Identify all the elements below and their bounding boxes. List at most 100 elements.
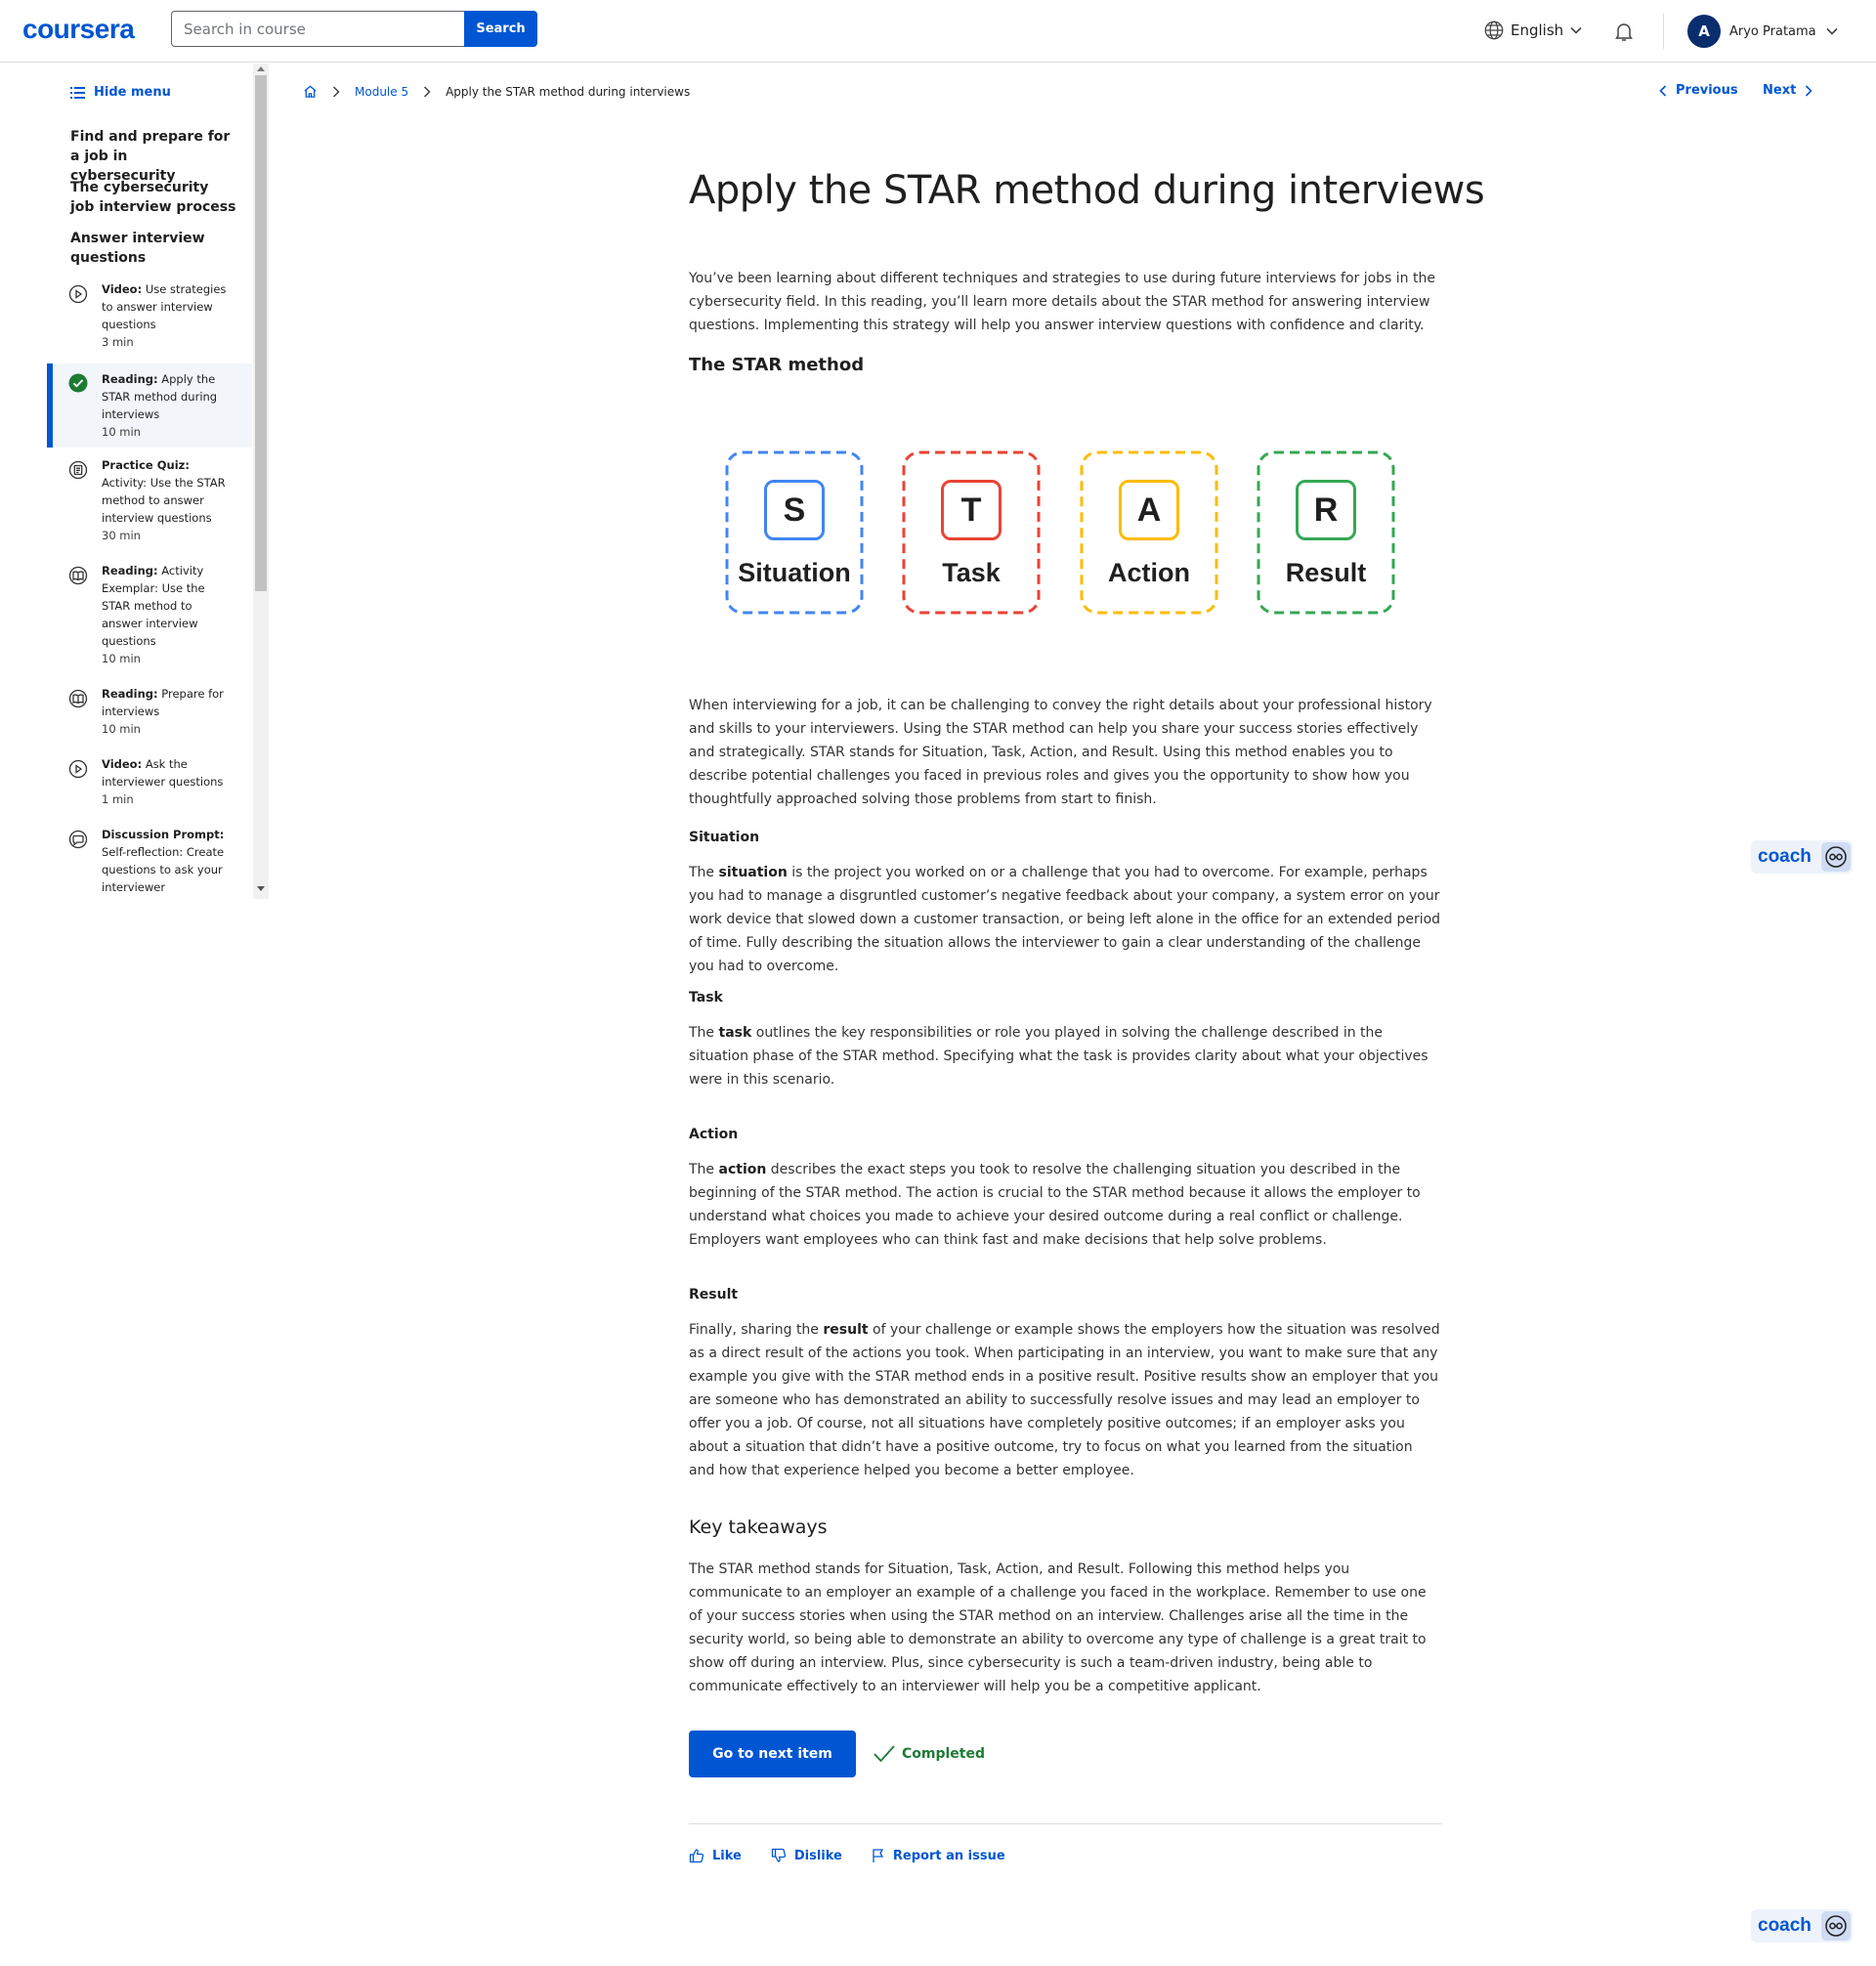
item-duration: 30 min — [102, 529, 141, 542]
like-button[interactable]: Like — [689, 1848, 742, 1863]
avatar: A — [1687, 15, 1721, 48]
sidebar-section-find-job[interactable]: Find and prepare for a job in cybersecur… — [70, 127, 236, 186]
coach-glasses-icon — [1820, 842, 1851, 872]
bell-icon — [1615, 23, 1633, 41]
reading-icon — [68, 566, 88, 585]
item-type: Video: — [102, 757, 143, 771]
checkmark-icon — [874, 1745, 895, 1763]
content-divider — [689, 1823, 1442, 1824]
course-search: Search — [171, 11, 537, 48]
action-paragraph: The action describes the exact steps you… — [689, 1158, 1441, 1252]
sidebar-item-video-ask-interviewer[interactable]: Video: Ask the interviewer questions 1 mi… — [47, 755, 252, 818]
sidebar-item-text: Reading: Activity Exemplar: Use the STAR… — [102, 562, 234, 667]
star-method-heading: The STAR method — [689, 355, 865, 375]
user-menu[interactable]: A Aryo Pratama — [1687, 15, 1839, 48]
scroll-up-arrow-icon[interactable] — [257, 66, 265, 71]
result-paragraph: Finally, sharing the result of your chal… — [689, 1318, 1441, 1482]
chevron-right-icon — [1806, 84, 1812, 97]
sidebar-item-activity-exemplar[interactable]: Reading: Activity Exemplar: Use the STAR… — [47, 562, 252, 679]
star-card-task: T Task — [902, 450, 1041, 615]
sidebar-item-discussion-prompt[interactable]: Discussion Prompt: Self-reflection: Crea… — [47, 826, 252, 899]
item-duration: 10 min — [102, 652, 141, 665]
quiz-icon — [68, 460, 88, 480]
scroll-down-arrow-icon[interactable] — [257, 886, 265, 891]
feedback-actions: Like Dislike Report an issue — [689, 1848, 1005, 1863]
discussion-icon — [68, 830, 88, 849]
item-duration: 10 min — [102, 425, 141, 439]
sidebar-item-practice-quiz[interactable]: Practice Quiz: Activity: Use the STAR me… — [47, 456, 252, 554]
coach-label: coach — [1758, 1915, 1812, 1936]
key-takeaways-heading: Key takeaways — [689, 1517, 828, 1538]
home-icon[interactable] — [303, 84, 318, 99]
action-heading: Action — [689, 1127, 739, 1142]
item-title: Activity: Use the STAR method to answer … — [102, 476, 226, 525]
chevron-right-icon — [332, 85, 340, 98]
bold-term: task — [718, 1025, 752, 1041]
star-letter-s: S — [764, 480, 825, 540]
like-label: Like — [712, 1848, 742, 1863]
bold-term: result — [823, 1322, 869, 1338]
completed-status: Completed — [873, 1744, 985, 1764]
star-card-action: A Action — [1080, 450, 1218, 615]
previous-label: Previous — [1676, 83, 1738, 98]
coach-button[interactable]: coach — [1751, 1909, 1853, 1943]
sidebar-scrollbar-thumb[interactable] — [255, 75, 267, 591]
sidebar-section-answer-questions[interactable]: Answer interview questions — [70, 229, 236, 268]
user-name: Aryo Pratama — [1729, 23, 1816, 39]
hide-menu-button[interactable]: Hide menu — [70, 85, 171, 100]
sidebar-item-text: Reading: Apply the STAR method during in… — [102, 370, 234, 441]
star-word-action: Action — [1108, 558, 1190, 587]
list-icon — [70, 86, 85, 99]
task-heading: Task — [689, 990, 723, 1005]
search-button[interactable]: Search — [464, 11, 537, 47]
search-input[interactable] — [171, 11, 464, 47]
top-header: coursera Search English A Aryo Pratama — [0, 0, 1876, 63]
sidebar-section-interview-process[interactable]: The cybersecurity job interview process — [70, 178, 236, 217]
sidebar-item-video-strategies[interactable]: Video: Use strategies to answer intervie… — [47, 280, 252, 359]
star-letter-r: R — [1296, 480, 1356, 540]
go-to-next-item-button[interactable]: Go to next item — [689, 1731, 856, 1777]
report-issue-button[interactable]: Report an issue — [872, 1848, 1005, 1863]
completed-check-icon — [68, 373, 88, 393]
item-title: Self-reflection: Create questions to ask… — [102, 845, 225, 894]
previous-button[interactable]: Previous — [1658, 83, 1738, 98]
breadcrumb-module-link[interactable]: Module 5 — [355, 85, 408, 99]
dislike-button[interactable]: Dislike — [771, 1848, 842, 1863]
sidebar-item-reading-star[interactable]: Reading: Apply the STAR method during in… — [47, 363, 252, 448]
task-paragraph: The task outlines the key responsibiliti… — [689, 1021, 1441, 1091]
language-label: English — [1511, 21, 1564, 39]
star-word-situation: Situation — [738, 558, 851, 587]
situation-heading: Situation — [689, 830, 760, 845]
bold-term: action — [718, 1162, 767, 1177]
next-button[interactable]: Next — [1763, 83, 1813, 98]
chevron-right-icon — [424, 85, 431, 98]
item-type: Reading: — [102, 564, 158, 577]
language-selector[interactable]: English — [1483, 20, 1583, 41]
chevron-down-icon — [1570, 26, 1582, 34]
coursera-logo[interactable]: coursera — [22, 14, 135, 45]
play-icon — [68, 759, 88, 779]
notifications-button[interactable] — [1612, 20, 1636, 47]
sidebar-item-text: Video: Ask the interviewer questions 1 mi… — [102, 755, 234, 808]
reading-icon — [68, 689, 88, 708]
sidebar-item-text: Practice Quiz: Activity: Use the STAR me… — [102, 456, 234, 544]
item-type: Video: — [102, 282, 143, 296]
sidebar-item-prepare-interviews[interactable]: Reading: Prepare for interviews 10 min — [47, 685, 252, 748]
item-type: Reading: — [102, 687, 158, 701]
text-run: outlines the key responsibilities or rol… — [689, 1025, 1428, 1088]
star-method-diagram: S Situation T Task A Action R Result — [725, 450, 1399, 615]
coach-glasses-icon — [1820, 1911, 1851, 1941]
item-type: Discussion Prompt: — [102, 828, 225, 841]
overview-paragraph: When interviewing for a job, it can be c… — [689, 698, 1432, 807]
chevron-down-icon — [1826, 27, 1838, 35]
course-sidebar: Hide menu Find and prepare for a job in … — [0, 64, 269, 899]
item-duration: 3 min — [102, 335, 134, 349]
text-run: Finally, sharing the — [689, 1322, 824, 1338]
coach-button[interactable]: coach — [1751, 840, 1853, 874]
star-card-result: R Result — [1257, 450, 1395, 615]
item-type: Reading: — [102, 372, 158, 386]
text-run: The — [689, 865, 719, 880]
coach-label: coach — [1758, 846, 1812, 867]
text-run: is the project you worked on or a challe… — [689, 865, 1441, 974]
item-duration: 1 min — [102, 792, 134, 806]
